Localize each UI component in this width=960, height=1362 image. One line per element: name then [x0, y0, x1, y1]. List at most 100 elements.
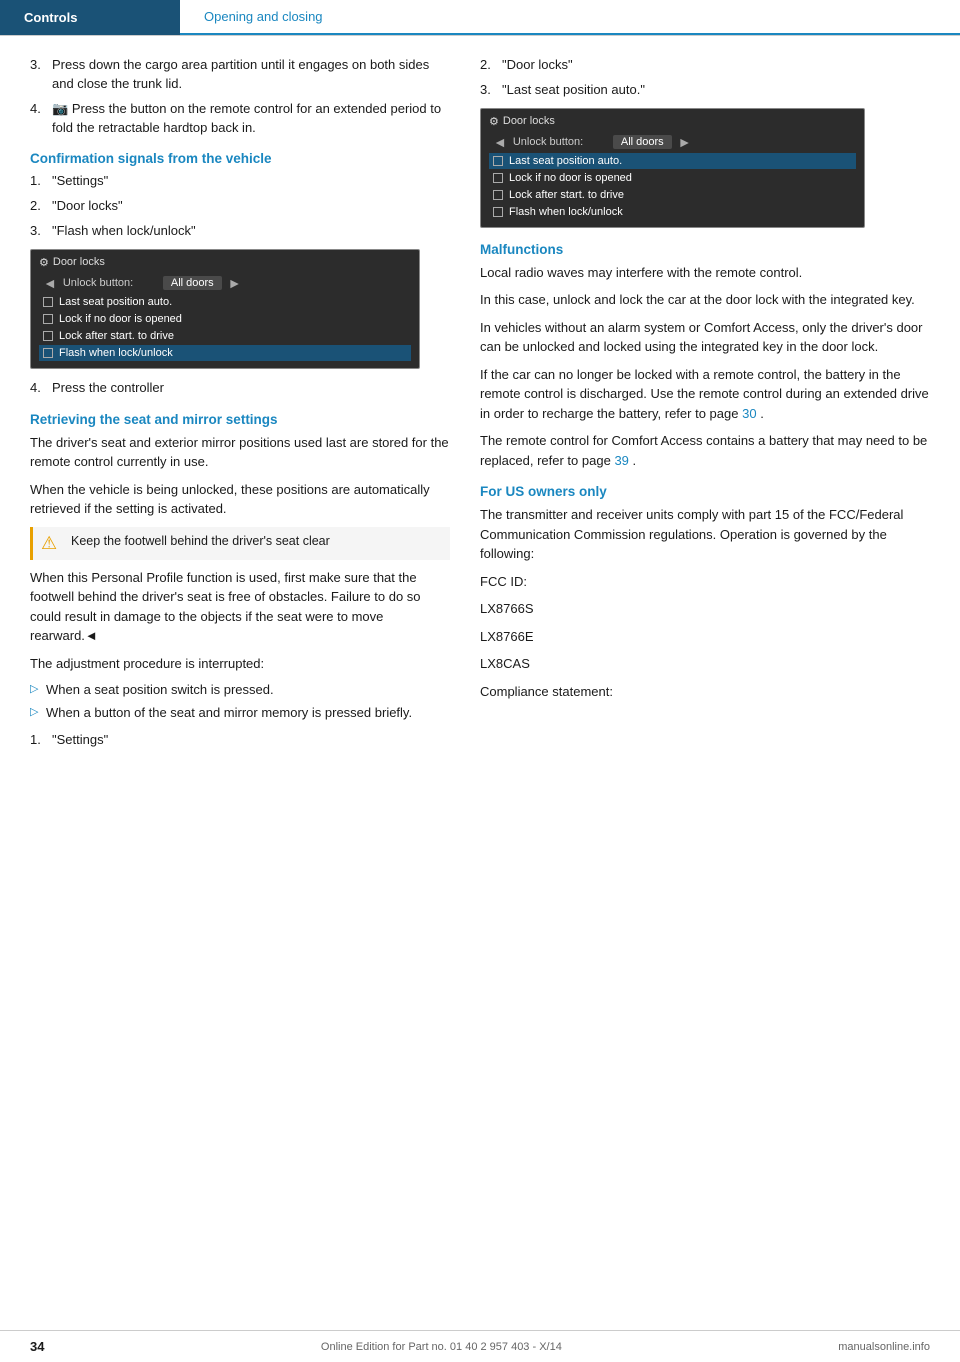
screen-settings-icon: ⚙	[39, 256, 49, 269]
malf-para1: Local radio waves may interfere with the…	[480, 263, 930, 283]
left-screen-row-1: Lock if no door is opened	[39, 311, 411, 327]
step-4-num: 4.	[30, 100, 52, 138]
malf-para5: The remote control for Comfort Access co…	[480, 431, 930, 470]
right-screen-title: Door locks	[503, 115, 555, 127]
malf-para4: If the car can no longer be locked with …	[480, 365, 930, 424]
step-4b-num: 4.	[30, 379, 52, 398]
malf-para5-end: .	[633, 453, 637, 468]
right-checkbox-1	[493, 173, 503, 183]
left-checkbox-0	[43, 297, 53, 307]
page-footer: 34 Online Edition for Part no. 01 40 2 9…	[0, 1330, 960, 1362]
right-unlock-val: All doors	[613, 135, 672, 149]
conf-step-1-text: "Settings"	[52, 172, 450, 191]
left-row-text-2: Lock after start. to drive	[59, 330, 174, 342]
conf-step-2-num: 2.	[30, 197, 52, 216]
left-checkbox-2	[43, 331, 53, 341]
main-content: 3. Press down the cargo area partition u…	[0, 36, 960, 756]
page-number: 34	[30, 1339, 44, 1354]
left-row-text-3: Flash when lock/unlock	[59, 347, 173, 359]
right-screen-row-unlock: ◄ Unlock button: All doors ►	[489, 132, 856, 152]
bullet-text-1: When a button of the seat and mirror mem…	[46, 704, 450, 723]
step-4-text: 📷 Press the button on the remote control…	[52, 100, 450, 138]
retrieving-para3: When this Personal Profile function is u…	[30, 568, 450, 646]
left-screen-row-3-selected: Flash when lock/unlock	[39, 345, 411, 361]
bullet-arrow-0: ▷	[30, 682, 46, 698]
right-row-text-1: Lock if no door is opened	[509, 172, 632, 184]
right-row-text-2: Lock after start. to drive	[509, 189, 624, 201]
right-step-2-text: "Door locks"	[502, 56, 930, 75]
page-header: Controls Opening and closing	[0, 0, 960, 36]
retrieve-step-1: 1. "Settings"	[30, 731, 450, 750]
right-step-3-text: "Last seat position auto."	[502, 81, 930, 100]
conf-step-2: 2. "Door locks"	[30, 197, 450, 216]
right-checkbox-0	[493, 156, 503, 166]
section-malfunctions-heading: Malfunctions	[480, 242, 930, 257]
right-screen-settings-icon: ⚙	[489, 115, 499, 128]
right-step-3-num: 3.	[480, 81, 502, 100]
bullet-text-0: When a seat position switch is pressed.	[46, 681, 450, 700]
retrieve-step-1-num: 1.	[30, 731, 52, 750]
right-screen-row-0-selected: Last seat position auto.	[489, 153, 856, 169]
left-screen-title: Door locks	[53, 256, 105, 268]
header-opening-tab: Opening and closing	[180, 0, 960, 35]
warning-icon: ⚠	[41, 533, 63, 554]
malf-link-39[interactable]: 39	[614, 453, 628, 468]
right-screen-row-1: Lock if no door is opened	[489, 170, 856, 186]
left-screen-row-unlock: ◄ Unlock button: All doors ►	[39, 273, 411, 293]
right-checkbox-3	[493, 207, 503, 217]
retrieving-para1: The driver's seat and exterior mirror po…	[30, 433, 450, 472]
malf-para4-text: If the car can no longer be locked with …	[480, 367, 929, 421]
right-column: 2. "Door locks" 3. "Last seat position a…	[470, 56, 960, 756]
left-screen-title-bar: ⚙ Door locks	[39, 256, 411, 269]
left-screen-row-0: Last seat position auto.	[39, 294, 411, 310]
malf-para4-end: .	[760, 406, 764, 421]
right-step-3: 3. "Last seat position auto."	[480, 81, 930, 100]
section-us-heading: For US owners only	[480, 484, 930, 499]
left-nav-arrow: ◄	[43, 275, 57, 291]
warning-text: Keep the footwell behind the driver's se…	[71, 533, 330, 551]
bullet-list: ▷ When a seat position switch is pressed…	[30, 681, 450, 723]
malf-para3: In vehicles without an alarm system or C…	[480, 318, 930, 357]
left-screen-image: ⚙ Door locks ◄ Unlock button: All doors …	[30, 249, 420, 369]
us-line-3: LX8CAS	[480, 654, 930, 674]
right-checkbox-2	[493, 190, 503, 200]
left-unlock-val: All doors	[163, 276, 222, 290]
right-step-2: 2. "Door locks"	[480, 56, 930, 75]
conf-step-3-num: 3.	[30, 222, 52, 241]
step-4: 4. 📷 Press the button on the remote cont…	[30, 100, 450, 138]
camera-icon: 📷	[52, 101, 68, 116]
us-line-2: LX8766E	[480, 627, 930, 647]
section-confirmation-heading: Confirmation signals from the vehicle	[30, 151, 450, 166]
conf-step-3: 3. "Flash when lock/unlock"	[30, 222, 450, 241]
left-column: 3. Press down the cargo area partition u…	[0, 56, 470, 756]
left-nav-arrow-right: ►	[228, 275, 242, 291]
malf-para2: In this case, unlock and lock the car at…	[480, 290, 930, 310]
right-row-text-0: Last seat position auto.	[509, 155, 622, 167]
left-row-text-0: Last seat position auto.	[59, 296, 172, 308]
right-nav-arrow-right: ►	[678, 134, 692, 150]
right-unlock-label: Unlock button:	[513, 136, 613, 148]
retrieving-para2: When the vehicle is being unlocked, thes…	[30, 480, 450, 519]
right-step-2-num: 2.	[480, 56, 502, 75]
us-line-1: LX8766S	[480, 599, 930, 619]
step-3-text: Press down the cargo area partition unti…	[52, 56, 450, 94]
malf-link-30[interactable]: 30	[742, 406, 756, 421]
retrieve-step-1-text: "Settings"	[52, 731, 450, 750]
left-checkbox-3	[43, 348, 53, 358]
us-line-0: FCC ID:	[480, 572, 930, 592]
conf-step-3-text: "Flash when lock/unlock"	[52, 222, 450, 241]
right-row-text-3: Flash when lock/unlock	[509, 206, 623, 218]
right-screen-row-3: Flash when lock/unlock	[489, 204, 856, 220]
right-nav-arrow-left: ◄	[493, 134, 507, 150]
right-screen-image: ⚙ Door locks ◄ Unlock button: All doors …	[480, 108, 865, 228]
step-3-num: 3.	[30, 56, 52, 94]
warning-box: ⚠ Keep the footwell behind the driver's …	[30, 527, 450, 560]
malf-para5-text: The remote control for Comfort Access co…	[480, 433, 927, 468]
left-row-text-1: Lock if no door is opened	[59, 313, 182, 325]
header-controls-tab: Controls	[0, 0, 180, 35]
retrieving-para4: The adjustment procedure is interrupted:	[30, 654, 450, 674]
step-4b: 4. Press the controller	[30, 379, 450, 398]
left-unlock-label: Unlock button:	[63, 277, 163, 289]
bullet-arrow-1: ▷	[30, 705, 46, 721]
header-opening-label: Opening and closing	[204, 9, 323, 24]
